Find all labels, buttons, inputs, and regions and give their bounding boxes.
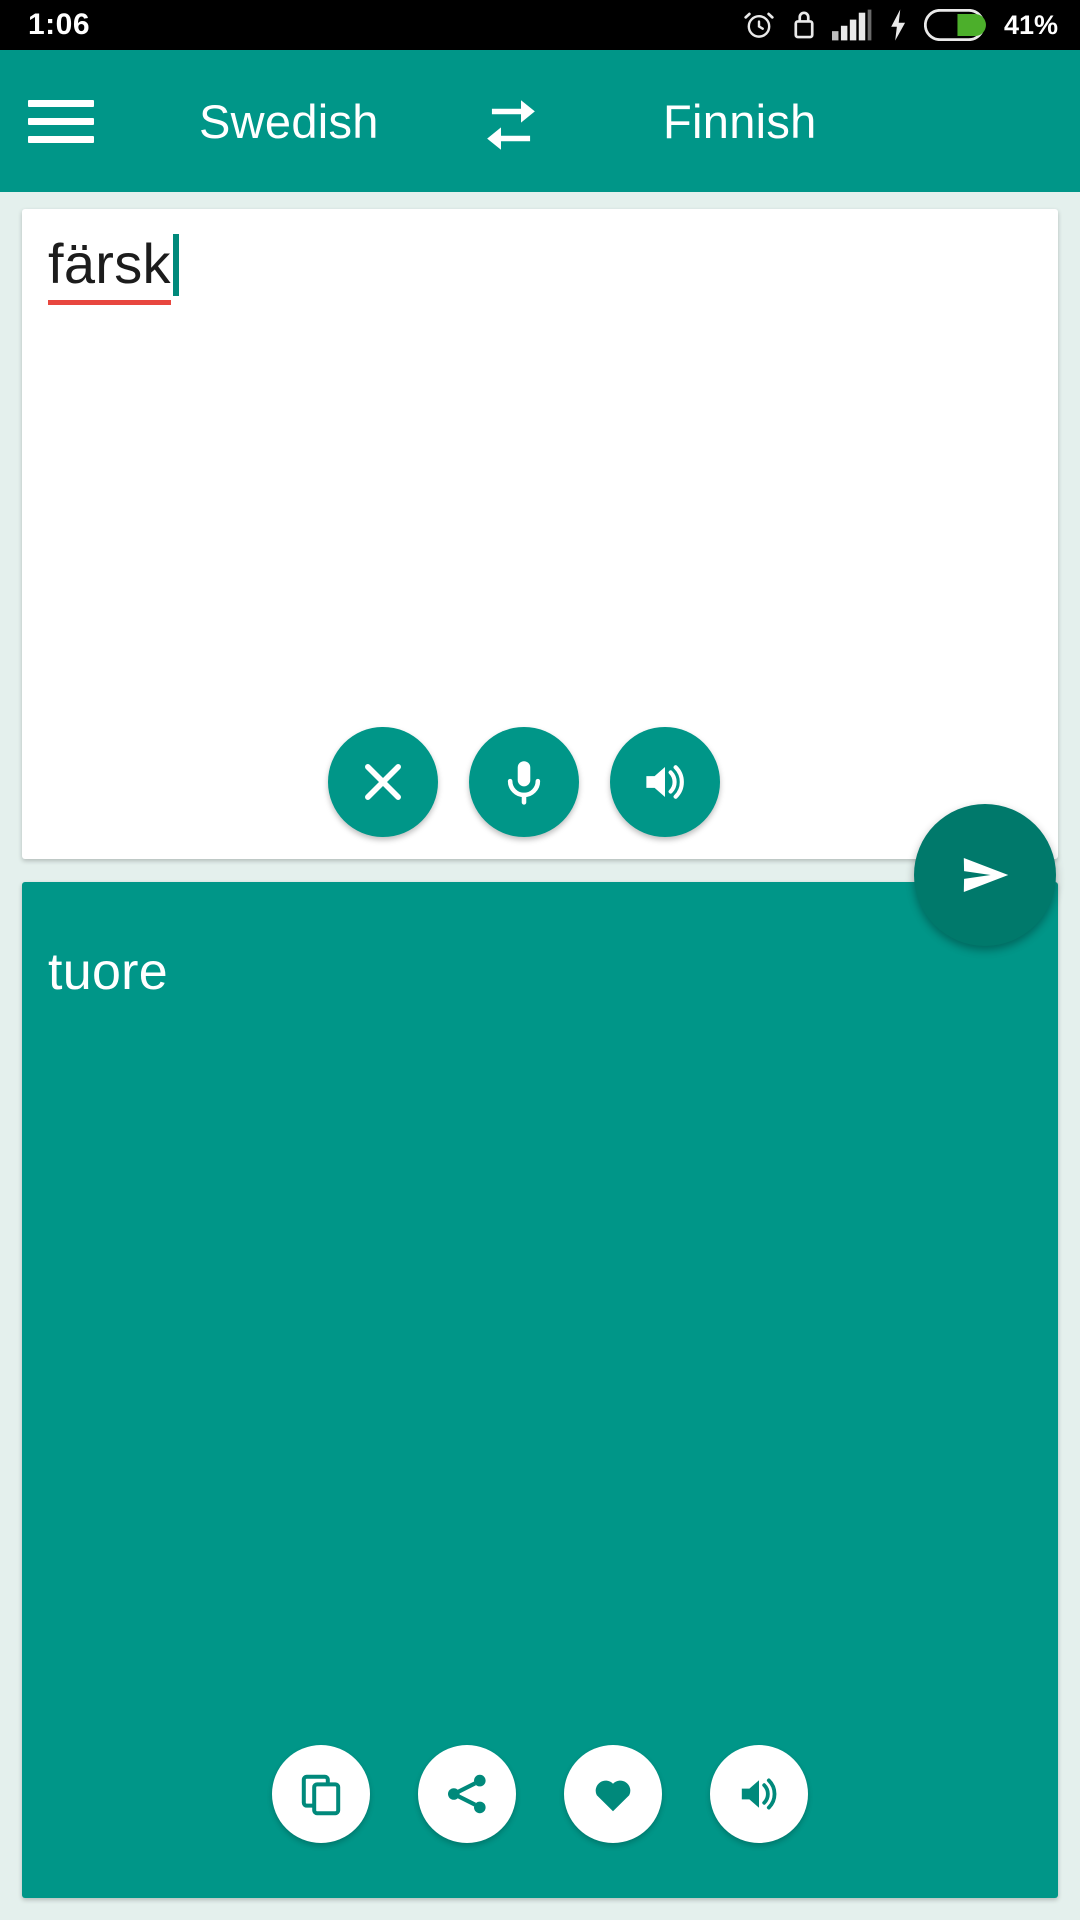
microphone-icon: [507, 761, 541, 805]
battery-percentage: 41%: [1003, 9, 1058, 40]
speaker-icon: [741, 1778, 777, 1810]
share-icon: [448, 1774, 486, 1814]
target-language-selector[interactable]: Finnish: [663, 94, 817, 149]
speak-target-button[interactable]: [710, 1745, 808, 1843]
status-bar: 1:06 41%: [0, 0, 1080, 50]
close-icon: [365, 764, 401, 800]
source-text-card[interactable]: färsk: [22, 209, 1058, 859]
copy-button[interactable]: [272, 1745, 370, 1843]
text-cursor: [172, 234, 179, 296]
app-bar: Swedish Finnish: [0, 50, 1080, 192]
alarm-icon: [744, 12, 774, 38]
battery-icon: [923, 9, 986, 41]
speaker-icon: [646, 765, 684, 799]
copy-icon: [301, 1774, 341, 1816]
microphone-button[interactable]: [469, 727, 579, 837]
status-bar-clock: 1:06: [28, 8, 91, 41]
speak-source-button[interactable]: [610, 727, 720, 837]
share-button[interactable]: [418, 1745, 516, 1843]
translation-action-bar: [22, 1745, 1058, 1843]
translation-result-text: tuore: [48, 943, 169, 1001]
swap-languages-icon[interactable]: [480, 94, 542, 161]
source-action-bar: [22, 727, 1058, 837]
send-button[interactable]: [914, 804, 1056, 946]
heart-icon: [595, 1780, 631, 1812]
source-language-selector[interactable]: Swedish: [199, 94, 379, 149]
source-text-input[interactable]: färsk: [48, 232, 171, 305]
source-text-value: färsk: [48, 232, 171, 295]
lock-icon: [794, 11, 814, 39]
hamburger-menu-icon[interactable]: [28, 99, 138, 143]
spellcheck-underline: [48, 299, 171, 305]
charging-bolt-icon: [891, 9, 906, 41]
signal-bars-icon: [831, 9, 872, 41]
clear-button[interactable]: [328, 727, 438, 837]
favorite-button[interactable]: [564, 1745, 662, 1843]
send-icon: [963, 857, 1009, 893]
main-content: färsk tuore: [0, 192, 1080, 1920]
translation-result-card[interactable]: tuore: [22, 882, 1058, 1898]
status-bar-icons: 41%: [742, 8, 1058, 42]
